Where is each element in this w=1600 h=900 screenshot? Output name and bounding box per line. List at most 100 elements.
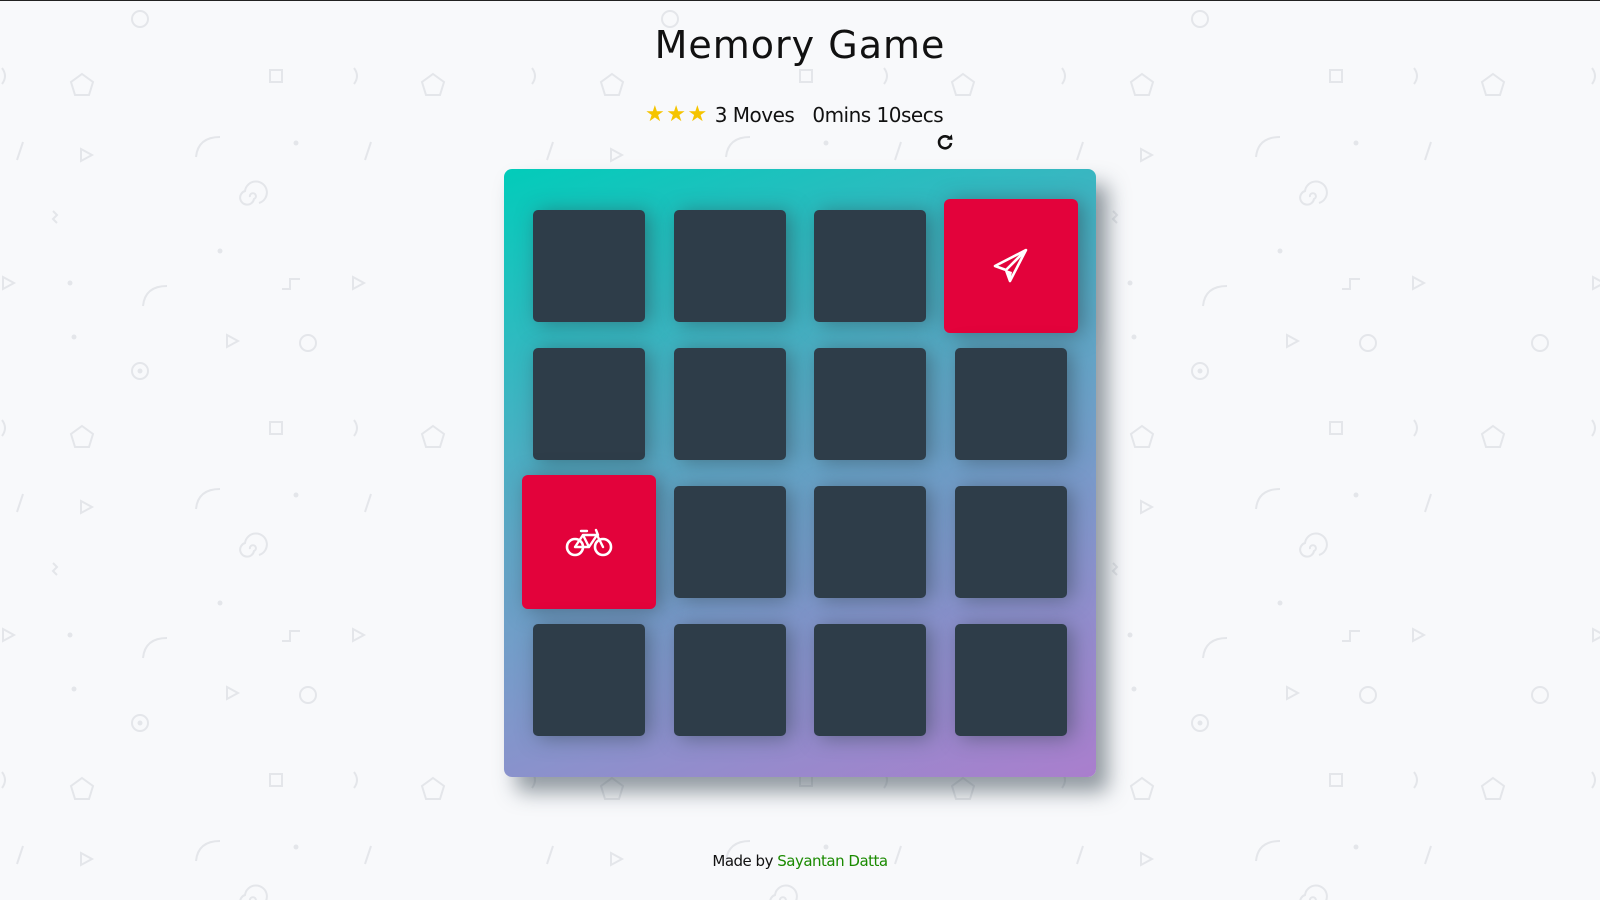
background-shape [195,488,221,510]
background-shape [1480,424,1506,448]
background-shape [1197,368,1203,374]
background-shape [1129,72,1155,96]
card[interactable] [674,348,786,460]
card-open[interactable] [522,475,656,609]
background-shape [823,140,829,146]
background-shape [1202,285,1228,307]
card[interactable] [674,624,786,736]
background-shape [1202,637,1228,659]
card[interactable] [674,210,786,322]
background-shape [71,334,77,340]
background-shape [1413,771,1418,789]
card[interactable] [533,624,645,736]
restart-button[interactable] [935,133,955,153]
redo-icon [937,134,953,150]
background-shape [69,72,95,96]
background-shape [1299,884,1328,900]
background-shape [1,771,6,789]
star-icon: ★ [666,102,686,127]
background-shape [1413,67,1418,85]
card[interactable] [533,210,645,322]
background-shape [67,632,73,638]
background-shape [546,141,554,161]
background-shape [420,776,446,800]
score-panel: ★ ★ ★ 3 Moves 0mins 10secs [645,101,944,129]
card[interactable] [814,348,926,460]
card[interactable] [814,624,926,736]
background-shape [80,147,95,163]
background-shape [1111,562,1119,576]
card[interactable] [955,348,1067,460]
background-shape [195,136,221,158]
background-shape [269,69,283,83]
background-shape [1412,275,1427,291]
background-shape [51,210,59,224]
background-shape [353,419,358,437]
background-shape [1277,248,1283,254]
background-shape [1342,278,1360,290]
background-shape [420,424,446,448]
card[interactable] [674,486,786,598]
background-shape [1127,280,1133,286]
background-shape [1480,776,1506,800]
background-shape [1131,686,1137,692]
background-shape [293,844,299,850]
background-shape [282,630,300,642]
background-shape [1140,147,1155,163]
background-shape [1277,600,1283,606]
background-shape [299,334,317,352]
timer: 0mins 10secs [812,103,944,127]
card[interactable] [533,348,645,460]
background-shape [293,140,299,146]
author-link[interactable]: Sayantan Datta [777,852,888,870]
background-shape [293,492,299,498]
background-shape [282,278,300,290]
background-shape [353,67,358,85]
card[interactable] [814,486,926,598]
background-shape [950,776,976,800]
footer-prefix: Made by [712,852,773,870]
background-shape [1286,333,1301,349]
background-shape [1353,140,1359,146]
paper-plane-icon [993,248,1028,283]
background-shape [226,333,241,349]
card[interactable] [955,624,1067,736]
background-shape [1131,334,1137,340]
background-shape [420,72,446,96]
background-shape [1140,499,1155,515]
star-icon: ★ [687,102,707,127]
background-shape [137,720,143,726]
background-shape [1111,210,1119,224]
background-shape [51,562,59,576]
background-shape [1531,334,1549,352]
background-shape [1061,67,1066,85]
background-shape [1359,686,1377,704]
background-shape [1342,630,1360,642]
background-shape [769,884,798,900]
card[interactable] [814,210,926,322]
background-shape [725,136,751,158]
background-shape [352,275,367,291]
star-rating: ★ ★ ★ [645,104,707,126]
background-shape [1359,334,1377,352]
background-shape [1531,686,1549,704]
background-shape [1286,685,1301,701]
background-shape [1424,493,1432,513]
background-shape [71,686,77,692]
background-shape [299,686,317,704]
background-shape [823,844,829,850]
card[interactable] [955,486,1067,598]
background-shape [1329,773,1343,787]
background-shape [269,773,283,787]
background-shape [239,532,268,558]
background-shape [610,147,625,163]
background-shape [1,67,6,85]
background-shape [239,884,268,900]
background-shape [1353,844,1359,850]
page-title: Memory Game [654,23,946,67]
background-shape [352,627,367,643]
background-shape [1299,180,1328,206]
card-open[interactable] [944,199,1078,333]
star-icon: ★ [645,102,665,127]
background-shape [1424,141,1432,161]
